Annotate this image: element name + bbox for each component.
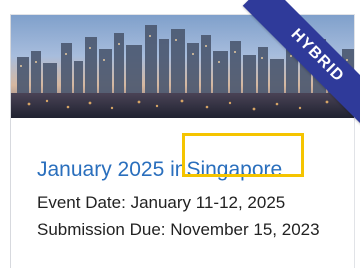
event-location-link[interactable]: Singapore [186, 158, 282, 181]
event-title-prefix[interactable]: January 2025 in [37, 158, 186, 181]
event-title[interactable]: January 2025 inSingapore [37, 158, 282, 182]
event-date-label: Event Date: [37, 193, 126, 212]
submission-due-label: Submission Due: [37, 220, 166, 239]
event-date-value: January 11-12, 2025 [130, 193, 286, 212]
event-date: Event Date: January 11-12, 2025 [37, 193, 285, 213]
submission-due-value: November 15, 2023 [170, 220, 320, 239]
submission-due: Submission Due: November 15, 2023 [37, 220, 320, 240]
page: January 2025 inSingapore Event Date: Jan… [0, 0, 360, 268]
